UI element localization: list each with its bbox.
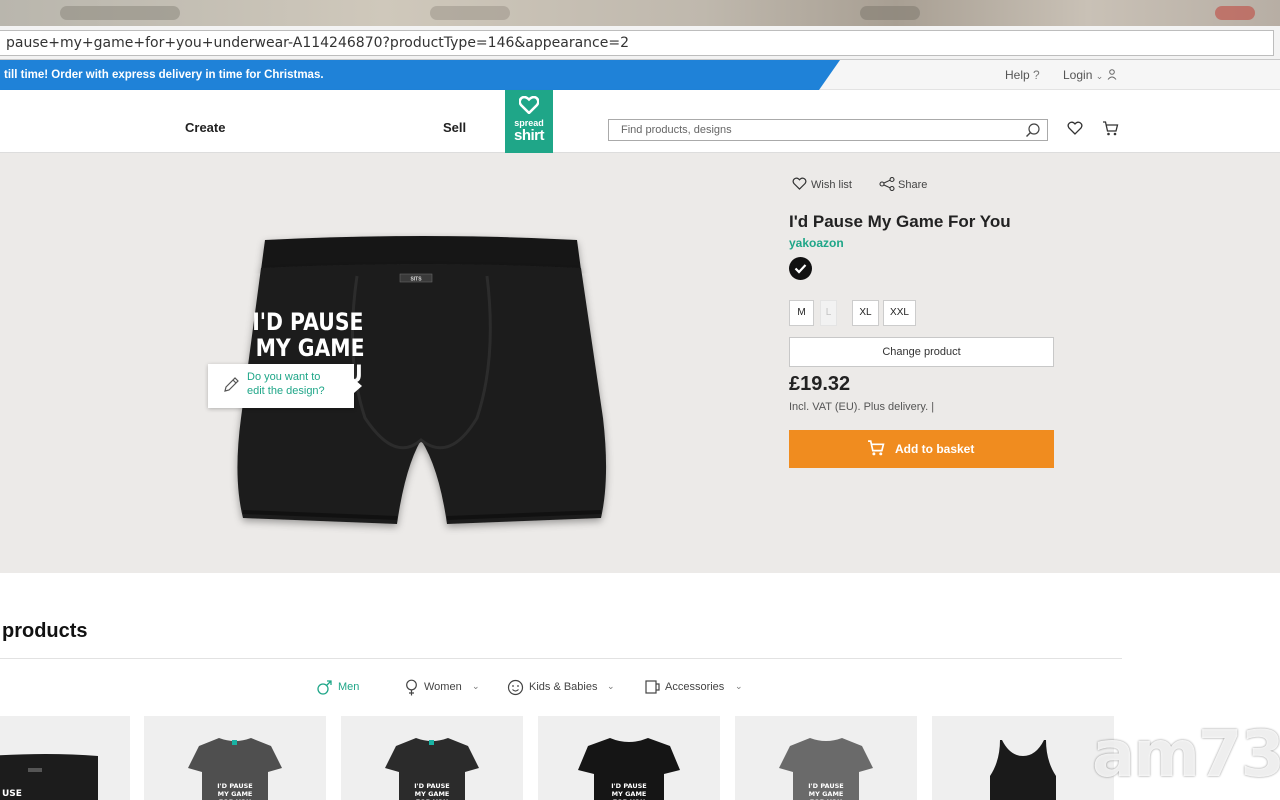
male-icon (317, 680, 332, 695)
logo-line2: shirt (513, 127, 545, 144)
print-line2: MY GAME (256, 334, 365, 362)
product-title: I'd Pause My Game For You (789, 212, 1011, 231)
chevron-down-icon: ⌄ (607, 681, 615, 691)
product-card[interactable]: I'D PAUSE MY GAME FOR YOU (538, 716, 720, 800)
wish-list-button[interactable]: Wish list (792, 177, 852, 193)
share-label: Share (898, 179, 928, 191)
cart-icon[interactable] (1102, 121, 1119, 136)
filter-men[interactable]: Men (316, 679, 359, 699)
filter-accessories-label: Accessories (665, 681, 725, 693)
svg-text:I'D PAUSE: I'D PAUSE (217, 782, 252, 790)
user-icon (1107, 68, 1117, 82)
size-option-m[interactable]: M (789, 300, 814, 326)
share-icon (879, 176, 895, 192)
filter-women-label: Women (424, 681, 462, 693)
watermark: am730 (1092, 718, 1280, 792)
help-link[interactable]: Help ? (1005, 60, 1040, 90)
edit-design-tooltip[interactable]: Do you want to edit the design? (208, 364, 362, 408)
svg-text:MY GAME: MY GAME (809, 790, 844, 798)
search-input[interactable] (609, 120, 1009, 140)
product-card[interactable] (932, 716, 1114, 800)
product-thumbnail: I'D PAUSE MY GAME FOR YOU (188, 738, 282, 800)
heart-outline-icon (792, 177, 807, 190)
filter-women[interactable]: Women ⌄ (404, 679, 480, 699)
product-price: £19.32 (789, 373, 851, 395)
checkmark-icon (794, 264, 807, 274)
add-to-basket-button[interactable]: Add to basket (789, 430, 1054, 468)
product-card[interactable]: I'D PAUSE MY GAME FOR YOU (735, 716, 917, 800)
heart-icon[interactable] (1067, 121, 1083, 135)
filter-men-label: Men (338, 681, 360, 693)
size-option-xxl[interactable]: XXL (883, 300, 916, 326)
login-label: Login (1063, 68, 1093, 82)
svg-text:MY GAME: MY GAME (415, 790, 450, 798)
edit-tip-line1: Do you want to (247, 371, 321, 383)
share-button[interactable]: Share (879, 176, 927, 194)
product-thumbnail (990, 740, 1056, 800)
print-line1: I'D PAUSE (252, 308, 363, 336)
change-product-button[interactable]: Change product (789, 337, 1054, 367)
help-label: Help (1005, 68, 1030, 82)
screenshot-frame: pause+my+game+for+you+underwear-A1142468… (0, 0, 1280, 800)
filter-accessories[interactable]: Accessories ⌄ (645, 679, 743, 698)
filter-kids-babies[interactable]: Kids & Babies ⌄ (507, 679, 615, 699)
search-icon[interactable] (1025, 122, 1041, 138)
product-thumbnail: I'D PAUSE MY GAME FOR YOU (385, 738, 479, 800)
product-thumbnail: I'D PAUSE MY GAME FOR YOU (779, 738, 873, 800)
spreadshirt-logo[interactable]: spread shirt (505, 90, 553, 153)
edit-tip-line2: edit the design? (247, 385, 325, 397)
chevron-down-icon: ⌄ (735, 681, 743, 691)
svg-text:USE: USE (2, 789, 22, 799)
product-thumbnail: I'D PAUSE MY GAME FOR YOU (578, 738, 680, 800)
add-to-basket-label: Add to basket (895, 442, 975, 456)
url-field[interactable]: pause+my+game+for+you+underwear-A1142468… (0, 30, 1274, 56)
product-cards-row: USE I'D PAUSE MY GAME FOR YOU I'D PAUSE … (0, 716, 1280, 800)
chevron-down-icon: ⌄ (472, 681, 480, 691)
section-divider (0, 658, 1122, 659)
promo-text: till time! Order with express delivery i… (4, 69, 324, 81)
question-icon: ? (1033, 68, 1040, 82)
product-thumbnail: USE (0, 754, 98, 800)
svg-text:MY GAME: MY GAME (612, 790, 647, 798)
browser-top-strip (0, 0, 1280, 26)
related-products-heading: products (2, 620, 88, 642)
smiley-icon (507, 679, 524, 696)
svg-text:I'D PAUSE: I'D PAUSE (611, 782, 646, 790)
browser-address-bar: pause+my+game+for+you+underwear-A1142468… (0, 26, 1280, 60)
product-card[interactable]: USE (0, 716, 130, 800)
product-card[interactable]: I'D PAUSE MY GAME FOR YOU (341, 716, 523, 800)
promo-bar: till time! Order with express delivery i… (0, 60, 1280, 90)
chevron-down-icon: ⌄ (1095, 71, 1104, 81)
pencil-icon (224, 377, 239, 392)
color-swatch-black[interactable] (789, 257, 812, 280)
wish-list-label: Wish list (811, 179, 852, 191)
designer-link[interactable]: yakoazon (789, 236, 844, 250)
filter-kids-label: Kids & Babies (529, 681, 598, 693)
product-hero: SITS I'D PAUSE MY GAME FOR YOU Do you wa… (0, 153, 1280, 573)
vat-note: Incl. VAT (EU). Plus delivery. | (789, 401, 935, 413)
svg-text:MY GAME: MY GAME (218, 790, 253, 798)
login-link[interactable]: Login ⌄ (1063, 60, 1117, 91)
search-box (608, 119, 1048, 141)
svg-text:I'D PAUSE: I'D PAUSE (808, 782, 843, 790)
svg-text:I'D PAUSE: I'D PAUSE (414, 782, 449, 790)
size-option-l: L (820, 300, 837, 326)
heart-logo-icon (519, 96, 539, 114)
product-card[interactable]: I'D PAUSE MY GAME FOR YOU (144, 716, 326, 800)
size-option-xl[interactable]: XL (852, 300, 879, 326)
waistband-label: SITS (410, 277, 422, 283)
cart-icon (868, 440, 885, 456)
promo-banner[interactable]: till time! Order with express delivery i… (0, 60, 840, 90)
mug-icon (645, 680, 660, 694)
female-icon (406, 679, 417, 696)
main-navigation: Create Sell spread shirt (0, 90, 1280, 153)
